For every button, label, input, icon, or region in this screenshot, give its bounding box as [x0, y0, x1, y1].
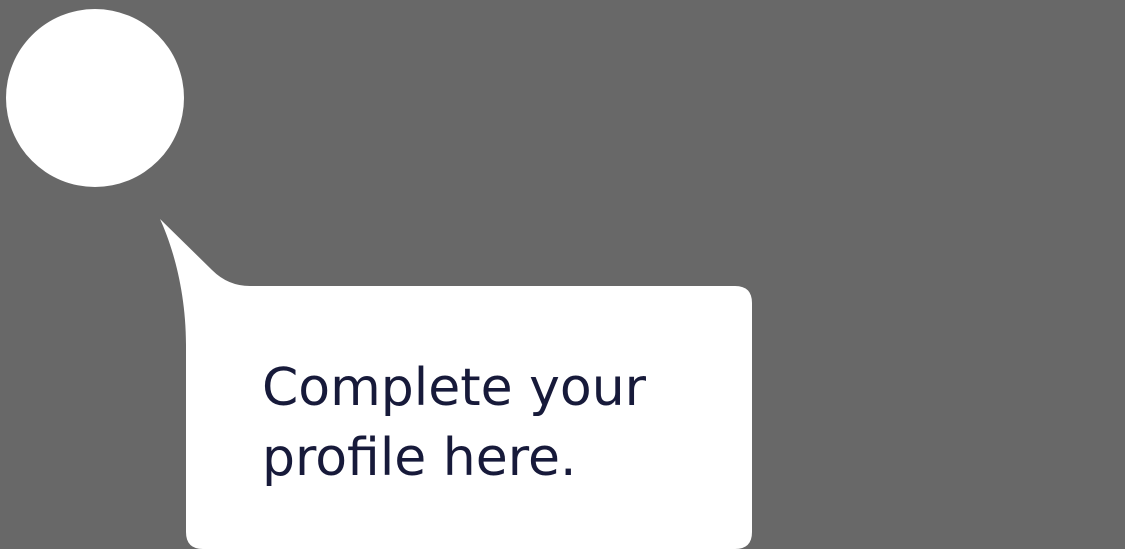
coachmark-message-line-2: profile here. [262, 428, 577, 488]
coachmark-message-line-1: Complete your [262, 358, 647, 418]
coachmark-tooltip: Complete your profile here. [0, 0, 1125, 549]
coachmark-message: Complete your profile here. [262, 353, 722, 493]
